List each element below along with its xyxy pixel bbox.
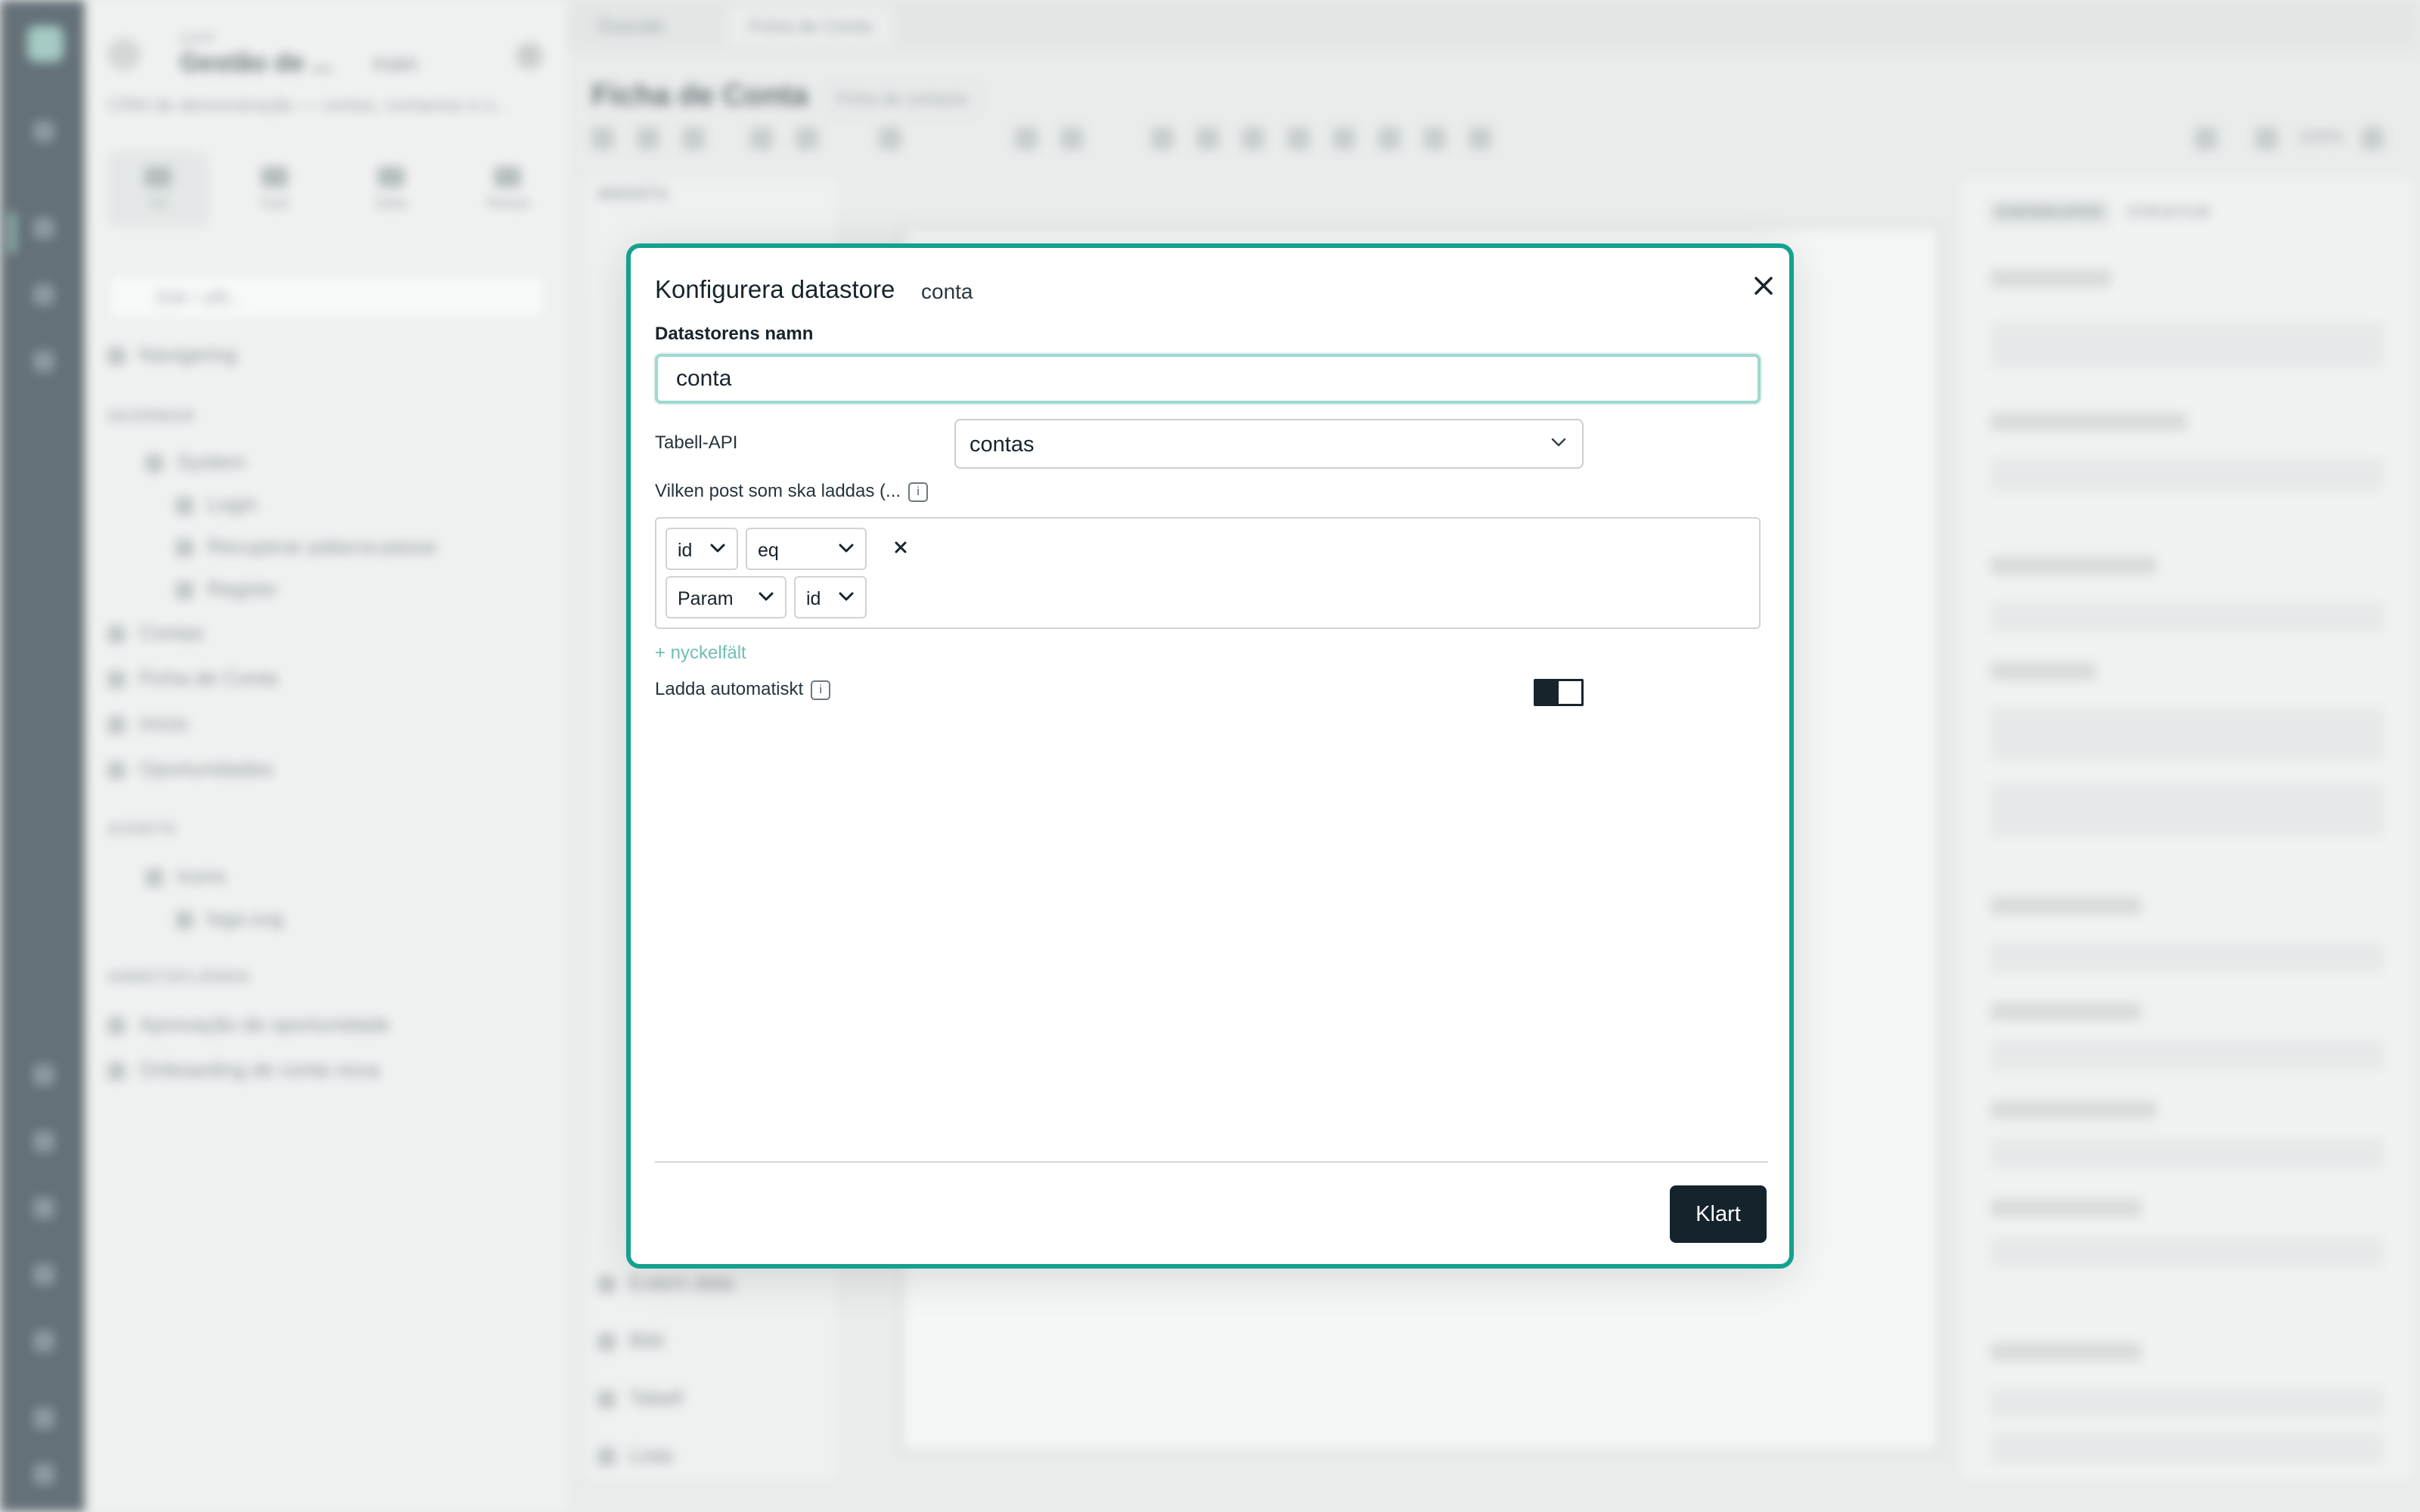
auto-load-text: Ladda automatiskt bbox=[655, 679, 804, 699]
record-filter-box: id eq Param id bbox=[655, 517, 1761, 629]
remove-filter-button[interactable] bbox=[894, 535, 908, 559]
chevron-down-icon bbox=[1551, 438, 1566, 447]
filter-field-value: id bbox=[678, 540, 693, 561]
close-icon bbox=[1754, 277, 1773, 295]
auto-load-toggle[interactable] bbox=[1534, 679, 1584, 706]
dialog-divider bbox=[655, 1161, 1768, 1163]
close-icon bbox=[895, 541, 907, 553]
filter-operator-value: eq bbox=[758, 540, 779, 561]
close-button[interactable] bbox=[1747, 269, 1780, 302]
table-api-label: Tabell-API bbox=[655, 432, 738, 453]
dialog-title: Konfigurera datastore bbox=[655, 275, 895, 303]
configure-datastore-dialog: Konfigurera datastore conta Datastorens … bbox=[626, 243, 1794, 1269]
chevron-down-icon bbox=[839, 544, 854, 553]
filter-param-value: id bbox=[806, 588, 821, 609]
filter-field-select[interactable]: id bbox=[666, 528, 738, 570]
info-icon[interactable]: i bbox=[908, 482, 929, 502]
filter-operator-select[interactable]: eq bbox=[746, 528, 867, 570]
chevron-down-icon bbox=[710, 544, 725, 553]
datastore-name-label: Datastorens namn bbox=[655, 324, 814, 344]
chevron-down-icon bbox=[759, 592, 774, 601]
table-api-select[interactable]: contas bbox=[954, 419, 1584, 469]
done-button[interactable]: Klart bbox=[1670, 1185, 1767, 1243]
filter-param-select[interactable]: id bbox=[794, 576, 867, 618]
chevron-down-icon bbox=[839, 592, 854, 601]
record-to-load-label: Vilken post som ska laddas (... i bbox=[655, 481, 929, 502]
info-icon[interactable]: i bbox=[811, 680, 831, 700]
filter-source-value: Param bbox=[678, 588, 734, 609]
record-to-load-text: Vilken post som ska laddas (... bbox=[655, 481, 901, 501]
filter-source-select[interactable]: Param bbox=[666, 576, 786, 618]
table-api-value: contas bbox=[970, 432, 1035, 457]
add-key-field-link[interactable]: + nyckelfält bbox=[655, 643, 746, 664]
datastore-name-input[interactable] bbox=[655, 354, 1761, 404]
toggle-knob bbox=[1536, 681, 1559, 704]
dialog-subtitle: conta bbox=[921, 280, 973, 303]
auto-load-label: Ladda automatiskt i bbox=[655, 679, 831, 700]
